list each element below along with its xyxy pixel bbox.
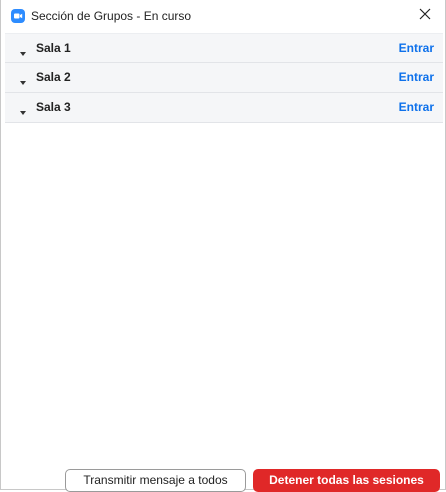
stop-all-sessions-button[interactable]: Detener todas las sesiones: [253, 469, 440, 492]
room-row[interactable]: Sala 1 Entrar: [5, 33, 443, 63]
close-button[interactable]: [413, 4, 437, 28]
room-row[interactable]: Sala 2 Entrar: [5, 63, 443, 93]
breakout-rooms-window: Sección de Grupos - En curso Sala 1 Entr…: [0, 0, 446, 492]
room-row[interactable]: Sala 3 Entrar: [5, 93, 443, 123]
caret-down-icon[interactable]: [19, 74, 27, 85]
zoom-camera-icon: [11, 9, 25, 23]
footer-actions: Transmitir mensaje a todos Detener todas…: [1, 449, 445, 492]
close-icon: [419, 7, 431, 25]
join-room-link[interactable]: Entrar: [399, 41, 434, 56]
caret-down-icon[interactable]: [19, 104, 27, 115]
room-name: Sala 3: [36, 100, 71, 114]
room-name: Sala 1: [36, 41, 71, 55]
room-name: Sala 2: [36, 70, 71, 84]
broadcast-message-button[interactable]: Transmitir mensaje a todos: [65, 469, 246, 492]
title-bar: Sección de Grupos - En curso: [1, 0, 445, 32]
join-room-link[interactable]: Entrar: [399, 100, 434, 115]
join-room-link[interactable]: Entrar: [399, 70, 434, 85]
rooms-list: Sala 1 Entrar Sala 2 Entrar Sala 3 Entra…: [5, 33, 443, 123]
window-title: Sección de Grupos - En curso: [31, 9, 192, 23]
caret-down-icon[interactable]: [19, 45, 27, 56]
